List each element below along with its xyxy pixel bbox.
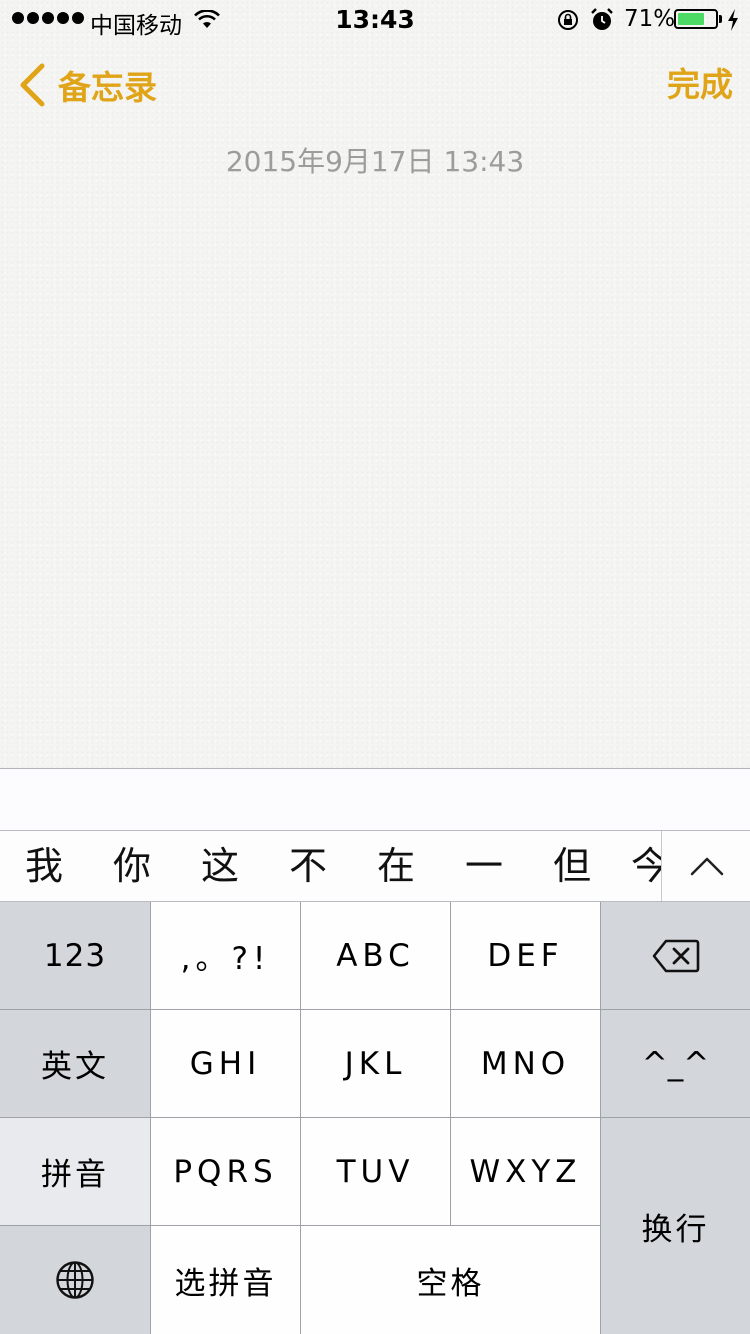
chevron-left-icon: [20, 63, 45, 107]
candidate-word[interactable]: 在: [366, 831, 426, 901]
candidate-word[interactable]: 但: [542, 831, 602, 901]
battery-nub: [719, 15, 722, 23]
mno-key[interactable]: MNO: [451, 1010, 600, 1117]
jkl-key[interactable]: JKL: [301, 1010, 450, 1117]
back-button[interactable]: 备忘录: [18, 60, 157, 110]
emoticon-key[interactable]: ^_^: [601, 1010, 750, 1117]
select-pinyin-key[interactable]: 选拼音: [151, 1226, 300, 1334]
candidate-word[interactable]: 这: [190, 831, 250, 901]
wxyz-key[interactable]: WXYZ: [451, 1118, 600, 1225]
battery-level-fill: [678, 13, 704, 25]
abc-key[interactable]: ABC: [301, 902, 450, 1009]
back-label: 备忘录: [58, 68, 157, 107]
battery-percent: 71%: [624, 6, 676, 32]
numbers-key[interactable]: 123: [0, 902, 150, 1009]
note-date: 2015年9月17日 13:43: [225, 145, 525, 178]
pqrs-key[interactable]: PQRS: [151, 1118, 300, 1225]
input-accessory-bar: [0, 768, 750, 830]
delete-icon: [652, 939, 699, 972]
delete-key[interactable]: [601, 902, 750, 1009]
ghi-key[interactable]: GHI: [151, 1010, 300, 1117]
candidate-word[interactable]: 你: [102, 831, 162, 901]
battery-icon: [674, 9, 718, 29]
note-paper[interactable]: [0, 0, 750, 768]
status-bar: 中国移动 13:43 71%: [0, 0, 750, 40]
candidate-word[interactable]: 不: [278, 831, 338, 901]
punctuation-key[interactable]: ,。?!: [151, 902, 300, 1009]
keyboard: 123 ,。?! ABC DEF 英文 GHI JKL MNO ^_^ 拼音 P…: [0, 902, 750, 1334]
chevron-up-icon: [690, 857, 723, 876]
english-key[interactable]: 英文: [0, 1010, 150, 1117]
globe-key[interactable]: [0, 1226, 150, 1334]
done-button[interactable]: 完成: [667, 60, 733, 110]
alarm-icon: [591, 8, 613, 30]
space-key[interactable]: 空格: [301, 1226, 600, 1334]
return-key[interactable]: 换行: [601, 1118, 750, 1334]
expand-candidates-button[interactable]: [661, 831, 750, 901]
pinyin-key[interactable]: 拼音: [0, 1118, 150, 1225]
candidate-bar: 我 你 这 不 在 一 但 今: [0, 830, 750, 902]
def-key[interactable]: DEF: [451, 902, 600, 1009]
rotation-lock-icon: [558, 10, 578, 30]
charging-bolt-icon: [728, 9, 738, 31]
candidate-word[interactable]: 我: [14, 831, 74, 901]
globe-icon: [56, 1261, 94, 1299]
candidate-word[interactable]: 一: [454, 831, 514, 901]
tuv-key[interactable]: TUV: [301, 1118, 450, 1225]
